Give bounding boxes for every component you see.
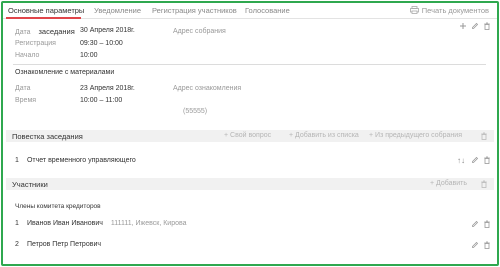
meeting-date-row: Дата заседания xyxy=(15,27,75,36)
registration-value: 09:30 – 10:00 xyxy=(80,40,123,47)
agenda-item[interactable]: 1 Отчет временного управляющего xyxy=(15,157,136,164)
tab-bar: Основные параметры Уведомление Регистрац… xyxy=(3,3,497,19)
tab-main-params[interactable]: Основные параметры xyxy=(8,6,84,15)
agenda-header: Повестка заседания + Свой вопрос + Добав… xyxy=(6,130,494,142)
materials-date-value: 23 Апреля 2018г. xyxy=(80,85,135,92)
delete-icon[interactable] xyxy=(483,156,491,164)
add-from-list-label: Добавить из списка xyxy=(295,132,359,139)
registration-label: Регистрация xyxy=(15,40,56,47)
print-documents-label: Печать документов xyxy=(421,6,489,15)
participant-row[interactable]: 1 Иванов Иван Иванович 111111, Ижевск, К… xyxy=(15,220,187,227)
edit-icon[interactable] xyxy=(471,156,479,164)
agenda-item-actions xyxy=(467,156,491,164)
active-tab-indicator xyxy=(6,17,81,19)
edit-icon[interactable] xyxy=(471,220,479,228)
meeting-address-label: Адрес собрания xyxy=(173,28,226,35)
participant-name: Петров Петр Петрович xyxy=(26,241,101,248)
participant-actions xyxy=(467,220,491,228)
materials-title: Ознакомление с материалами xyxy=(15,69,115,76)
own-question-label: Свой вопрос xyxy=(230,132,272,139)
agenda-delete-icon[interactable] xyxy=(480,132,488,142)
materials-address-value: (55555) xyxy=(183,108,208,115)
delete-icon[interactable] xyxy=(483,220,491,228)
meeting-date-value: 30 Апреля 2018г. xyxy=(80,27,135,34)
meeting-date-label: Дата xyxy=(15,29,31,36)
participant-number: 2 xyxy=(15,241,19,248)
materials-address-label: Адрес ознакомления xyxy=(173,85,242,92)
agenda-item-number: 1 xyxy=(15,157,19,164)
edit-icon[interactable] xyxy=(471,22,479,30)
meeting-date-suffix: заседания xyxy=(38,27,75,36)
meeting-actions xyxy=(455,22,491,30)
own-question-button[interactable]: + Свой вопрос xyxy=(224,132,271,139)
creditors-committee-title: Члены комитета кредиторов xyxy=(15,203,101,210)
participants-header: Участники + Добавить xyxy=(6,178,494,190)
edit-icon[interactable] xyxy=(471,241,479,249)
materials-date-label: Дата xyxy=(15,85,31,92)
participant-number: 1 xyxy=(15,220,19,227)
participant-address: 111111, Ижевск, Кирова xyxy=(110,220,187,227)
start-label: Начало xyxy=(15,52,40,59)
participant-name: Иванов Иван Иванович xyxy=(26,220,103,227)
delete-icon[interactable] xyxy=(483,241,491,249)
divider xyxy=(13,64,486,65)
window-frame: Основные параметры Уведомление Регистрац… xyxy=(1,1,499,266)
add-icon[interactable] xyxy=(459,22,467,30)
materials-time-label: Время xyxy=(15,97,37,104)
tab-voting[interactable]: Голосование xyxy=(245,6,290,15)
print-documents-button[interactable]: Печать документов xyxy=(409,6,489,15)
start-value: 10:00 xyxy=(80,52,98,59)
add-participant-label: Добавить xyxy=(436,180,467,187)
add-participant-button[interactable]: + Добавить xyxy=(430,180,467,187)
from-previous-meeting-label: Из предыдущего собрания xyxy=(375,132,462,139)
printer-icon xyxy=(409,6,422,15)
agenda-title: Повестка заседания xyxy=(12,132,83,141)
delete-icon[interactable] xyxy=(483,22,491,30)
tab-registration[interactable]: Регистрация участников xyxy=(152,6,237,15)
sort-icon[interactable]: ↑↓ xyxy=(457,156,465,165)
tab-notification[interactable]: Уведомление xyxy=(94,6,141,15)
add-from-list-button[interactable]: + Добавить из списка xyxy=(289,132,359,139)
participants-delete-icon[interactable] xyxy=(480,180,488,190)
agenda-item-text: Отчет временного управляющего xyxy=(26,157,136,164)
participant-actions xyxy=(467,241,491,249)
participant-row[interactable]: 2 Петров Петр Петрович xyxy=(15,241,101,248)
materials-time-value: 10:00 – 11:00 xyxy=(80,97,123,104)
participants-title: Участники xyxy=(12,180,48,189)
from-previous-meeting-button[interactable]: + Из предыдущего собрания xyxy=(369,132,462,139)
